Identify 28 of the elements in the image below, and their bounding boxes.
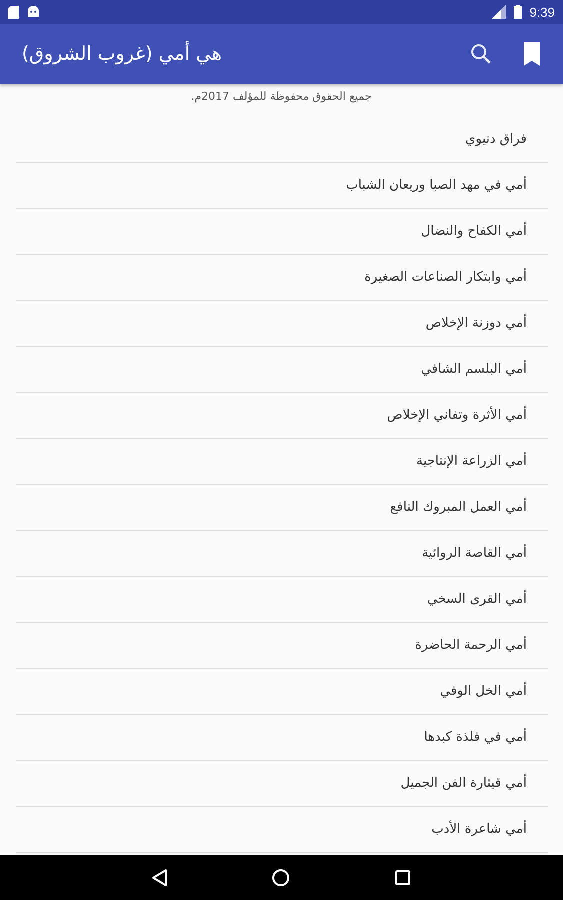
android-icon — [27, 6, 40, 18]
list-item[interactable]: أمي قيثارة الفن الجميل — [16, 761, 548, 807]
list-item[interactable]: أمي الرحمة الحاضرة — [16, 623, 548, 669]
recents-icon — [394, 870, 411, 886]
list-item[interactable]: أمي القرى السخي — [16, 577, 548, 623]
list-item[interactable]: فراق دنيوي — [16, 117, 548, 163]
list-item[interactable]: أمي في فلذة كبدها — [16, 715, 548, 761]
clock-time: 9:39 — [530, 4, 555, 20]
list-item[interactable]: أمي شاعرة الأدب — [16, 807, 548, 853]
list-item[interactable]: أمي في مهد الصبا وريعان الشباب — [16, 163, 548, 209]
list-item[interactable]: أمي الأثرة وتفاني الإخلاص — [16, 393, 548, 439]
signal-icon — [492, 5, 506, 19]
list-item[interactable]: أمي الخل الوفي — [16, 669, 548, 715]
bookmark-icon — [523, 42, 541, 66]
list-item[interactable]: أمي الزراعة الإنتاجية — [16, 439, 548, 485]
back-icon — [152, 868, 168, 886]
list-item[interactable]: أمي دوزنة الإخلاص — [16, 301, 548, 347]
copyright-text: جميع الحقوق محفوظة للمؤلف 2017م. — [191, 90, 372, 103]
sd-card-icon — [8, 6, 19, 18]
list-item[interactable]: أمي القاصة الروائية — [16, 531, 548, 577]
app-title: هي أمي (غروب الشروق) — [22, 43, 222, 65]
list-item[interactable]: أمي وابتكار الصناعات الصغيرة — [16, 255, 548, 301]
search-icon — [469, 42, 493, 66]
list-item[interactable]: أمي البلسم الشافي — [16, 347, 548, 393]
battery-icon — [514, 5, 522, 19]
home-icon — [272, 868, 290, 886]
list-item[interactable]: أمي العمل المبروك النافع — [16, 485, 548, 531]
list-item[interactable]: أمي الكفاح والنضال — [16, 209, 548, 255]
